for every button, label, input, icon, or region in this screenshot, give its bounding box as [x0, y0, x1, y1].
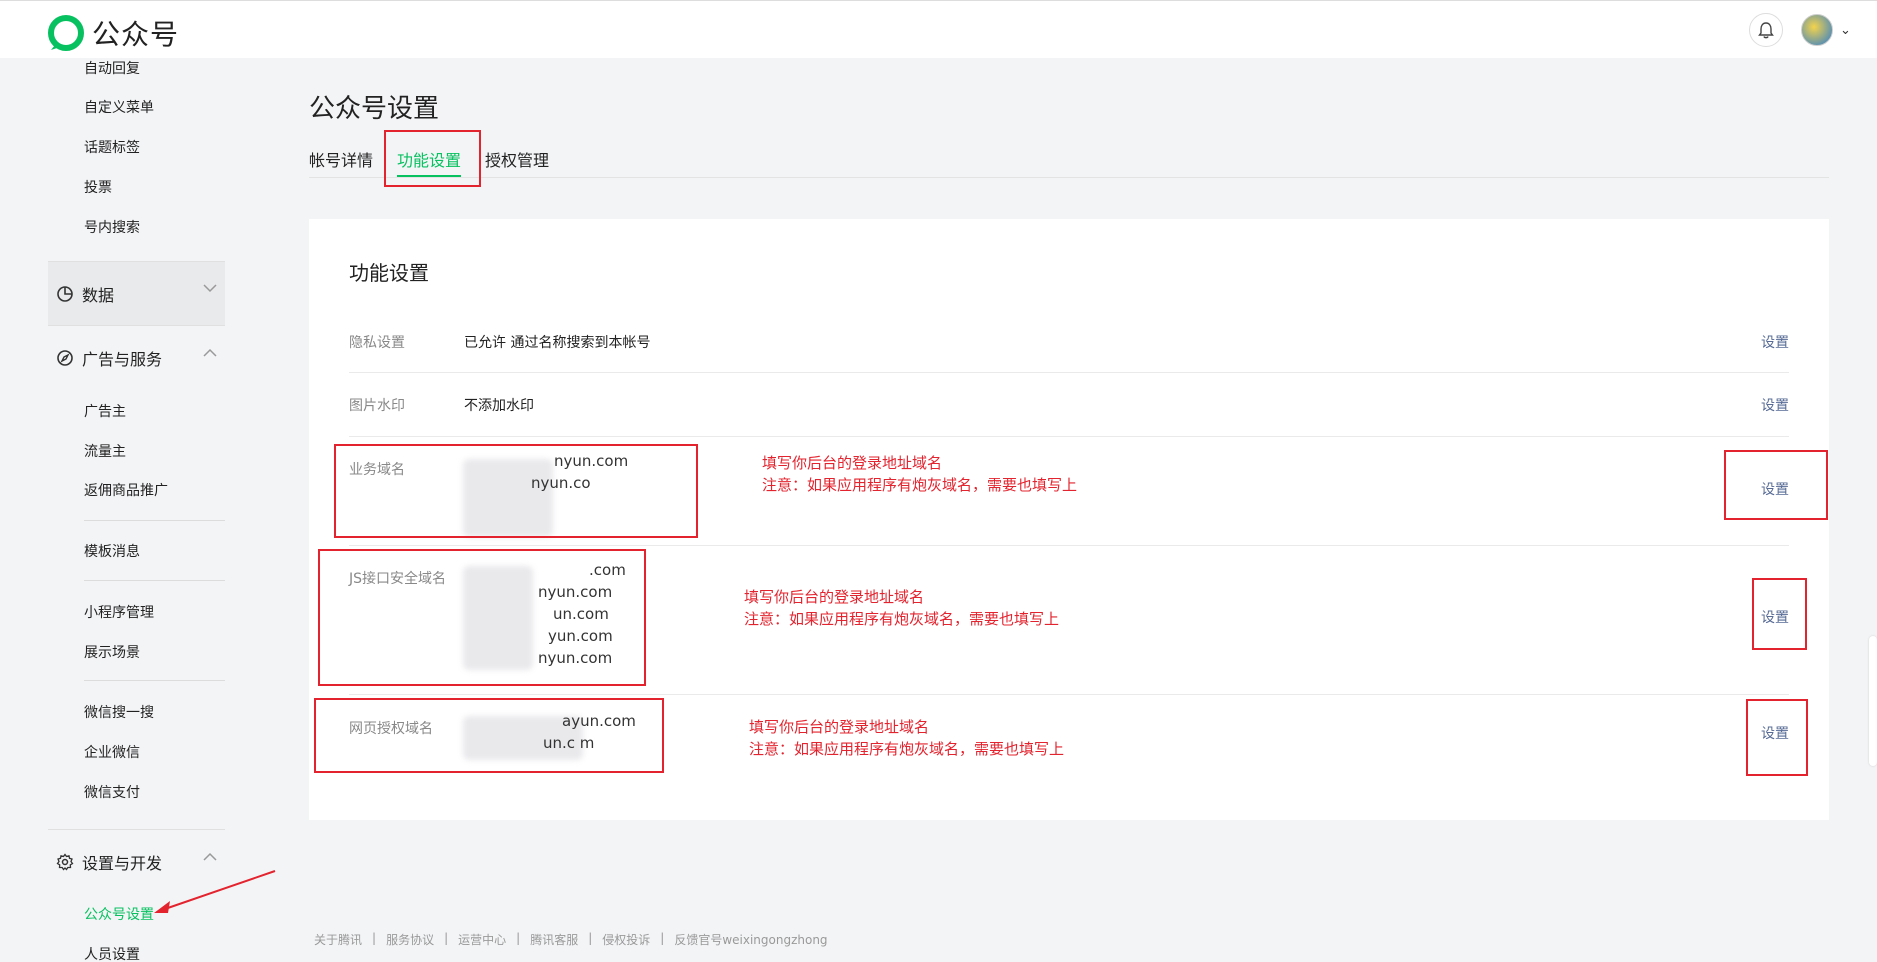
sidebar-item-wechat-pay[interactable]: 微信支付	[84, 782, 140, 802]
chevron-down-icon	[203, 284, 217, 293]
sidebar-item-mini-program[interactable]: 小程序管理	[84, 602, 154, 622]
annotation-line: 注意：如果应用程序有炮灰域名，需要也填写上	[749, 740, 1065, 758]
annotation-line: 注意：如果应用程序有炮灰域名，需要也填写上	[744, 610, 1060, 628]
sidebar-item-display-scene[interactable]: 展示场景	[84, 642, 140, 662]
sidebar-group-label: 数据	[82, 285, 115, 305]
row-value: 已允许 通过名称搜索到本帐号	[464, 335, 651, 351]
sidebar-item-vote[interactable]: 投票	[84, 177, 112, 197]
divider	[349, 545, 1789, 546]
annotation-box	[1746, 699, 1808, 776]
annotation-arrow	[154, 870, 276, 913]
sidebar-item-topic-tags[interactable]: 话题标签	[84, 137, 140, 157]
divider	[84, 580, 225, 581]
page-title: 公众号设置	[309, 94, 440, 124]
gear-icon	[56, 852, 74, 871]
footer-link-infringement[interactable]: 侵权投诉	[602, 931, 650, 948]
setting-row-watermark: 图片水印 不添加水印 设置	[349, 395, 1789, 441]
sidebar-item-template-message[interactable]: 模板消息	[84, 541, 140, 561]
footer-link-support[interactable]: 腾讯客服	[530, 931, 578, 948]
annotation-line: 填写你后台的登录地址域名	[749, 718, 930, 736]
annotation-line: 填写你后台的登录地址域名	[762, 454, 943, 472]
sidebar-item-wechat-search[interactable]: 微信搜一搜	[84, 702, 154, 722]
footer-link-operations[interactable]: 运营中心	[458, 931, 506, 948]
logo[interactable]: 公众号	[47, 13, 179, 53]
divider	[84, 680, 225, 681]
separator: |	[516, 931, 521, 945]
annotation-line: 填写你后台的登录地址域名	[744, 588, 925, 606]
chevron-up-icon	[203, 852, 217, 861]
card-title: 功能设置	[349, 261, 429, 285]
annotation-box	[1752, 578, 1807, 650]
annotation-box	[314, 698, 664, 773]
bell-icon[interactable]	[1749, 13, 1783, 47]
chevron-down-icon[interactable]: ⌄	[1840, 23, 1851, 38]
logo-text: 公众号	[92, 18, 180, 51]
annotation-note: 填写你后台的登录地址域名 注意：如果应用程序有炮灰域名，需要也填写上	[749, 716, 1064, 760]
watermark-settings-link[interactable]: 设置	[1761, 395, 1789, 415]
sidebar-group-label: 广告与服务	[82, 349, 163, 369]
footer-link-about[interactable]: 关于腾讯	[314, 931, 362, 948]
separator: |	[660, 931, 665, 945]
divider	[349, 694, 1789, 695]
avatar[interactable]	[1801, 14, 1833, 46]
sidebar-item-rebate-promotion[interactable]: 返佣商品推广	[84, 480, 168, 500]
tab-account-details[interactable]: 帐号详情	[309, 147, 373, 177]
annotation-box	[318, 549, 646, 686]
row-value: 不添加水印	[464, 398, 534, 414]
sidebar-item-advertiser[interactable]: 广告主	[84, 401, 126, 421]
sidebar-item-auto-reply[interactable]: 自动回复	[84, 58, 140, 78]
footer-links: 关于腾讯 | 服务协议 | 运营中心 | 腾讯客服 | 侵权投诉 | 反馈官号weixin…	[314, 931, 828, 948]
footer-link-feedback[interactable]: 反馈官号weixingongzhong	[674, 931, 827, 948]
row-label: 隐私设置	[349, 335, 405, 351]
annotation-box	[384, 130, 481, 187]
sidebar-item-staff-settings[interactable]: 人员设置	[84, 944, 140, 962]
chevron-up-icon	[203, 348, 217, 357]
privacy-settings-link[interactable]: 设置	[1761, 332, 1789, 352]
separator: |	[588, 931, 593, 945]
annotation-line: 注意：如果应用程序有炮灰域名，需要也填写上	[762, 476, 1078, 494]
setting-row-privacy: 隐私设置 已允许 通过名称搜索到本帐号 设置	[349, 332, 1789, 378]
pie-chart-icon	[57, 285, 73, 302]
row-label: 图片水印	[349, 398, 405, 414]
divider	[309, 177, 1829, 178]
top-bar: 公众号 ⌄	[0, 0, 1877, 58]
annotation-box	[334, 444, 698, 538]
sidebar-group-ads-services[interactable]: 广告与服务	[48, 326, 225, 389]
sidebar-group-data[interactable]: 数据	[48, 262, 225, 325]
divider	[84, 520, 225, 521]
scrollbar-handle[interactable]	[1869, 636, 1877, 766]
divider	[349, 436, 1789, 437]
sidebar-item-traffic-owner[interactable]: 流量主	[84, 441, 126, 461]
sidebar: 自动回复 自定义菜单 话题标签 投票 号内搜索 数据 广告与服务 广告主 流量主…	[0, 58, 280, 962]
sidebar-item-wecom[interactable]: 企业微信	[84, 742, 140, 762]
sidebar-item-in-account-search[interactable]: 号内搜索	[84, 217, 140, 237]
wechat-official-logo-icon	[48, 15, 84, 51]
sidebar-item-custom-menu[interactable]: 自定义菜单	[84, 97, 154, 117]
compass-icon	[57, 349, 73, 366]
annotation-note: 填写你后台的登录地址域名 注意：如果应用程序有炮灰域名，需要也填写上	[762, 452, 1077, 496]
tab-authorization[interactable]: 授权管理	[485, 147, 549, 177]
separator: |	[444, 931, 449, 945]
divider	[349, 372, 1789, 373]
annotation-note: 填写你后台的登录地址域名 注意：如果应用程序有炮灰域名，需要也填写上	[744, 586, 1059, 630]
separator: |	[372, 931, 377, 945]
sidebar-item-account-settings[interactable]: 公众号设置	[84, 904, 154, 924]
footer-link-service-agreement[interactable]: 服务协议	[386, 931, 434, 948]
annotation-box	[1724, 450, 1828, 520]
